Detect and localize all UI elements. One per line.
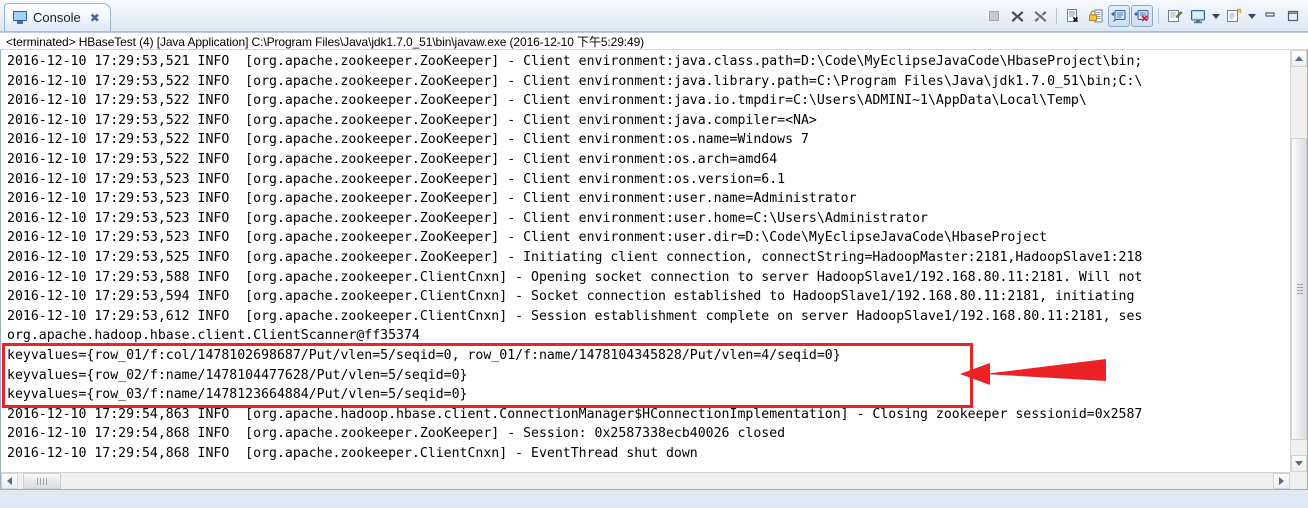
horizontal-scrollbar-thumb[interactable] xyxy=(23,473,61,489)
clear-console-icon xyxy=(1067,9,1079,23)
console-log-line: 2016-12-10 17:29:54,868 INFO [org.apache… xyxy=(7,426,786,442)
launch-configuration-line: <terminated> HBaseTest (4) [Java Applica… xyxy=(0,32,1308,50)
horizontal-scrollbar[interactable] xyxy=(1,472,1290,489)
triangle-up-icon xyxy=(1295,56,1303,61)
scrollbar-grip-icon xyxy=(1297,284,1303,294)
console-toolbar xyxy=(983,4,1304,28)
console-text-area[interactable]: 2016-12-10 17:29:53,521 INFO [org.apache… xyxy=(1,50,1290,472)
console-log-line: 2016-12-10 17:29:53,612 INFO [org.apache… xyxy=(7,308,1143,324)
chevron-down-icon xyxy=(1212,13,1220,19)
remove-x-icon xyxy=(1011,10,1023,22)
console-log-line: 2016-12-10 17:29:53,522 INFO [org.apache… xyxy=(7,112,817,128)
triangle-left-icon xyxy=(7,477,12,485)
launch-configuration-text: <terminated> HBaseTest (4) [Java Applica… xyxy=(6,34,645,49)
console-monitor-icon xyxy=(13,11,27,24)
separator-2 xyxy=(1158,8,1159,24)
chevron-down-icon xyxy=(1248,13,1256,19)
console-view: Console ✖ <terminated> HBaseTest (4) [Ja… xyxy=(0,0,1308,508)
console-log-line: 2016-12-10 17:29:53,523 INFO [org.apache… xyxy=(7,210,928,226)
display-selected-console-button[interactable] xyxy=(1187,5,1209,27)
triangle-right-icon xyxy=(1279,477,1284,485)
console-tab-bar: Console ✖ xyxy=(0,0,1308,32)
console-log-line: 2016-12-10 17:29:53,523 INFO [org.apache… xyxy=(7,230,1048,246)
show-console-output-icon xyxy=(1111,10,1126,22)
scroll-left-button[interactable] xyxy=(1,473,18,489)
maximize-button[interactable] xyxy=(1282,5,1304,27)
scroll-lock-button[interactable] xyxy=(1085,5,1107,27)
remove-launch-button[interactable] xyxy=(1006,5,1028,27)
open-console-button[interactable] xyxy=(1223,5,1245,27)
console-log-line: 2016-12-10 17:29:53,525 INFO [org.apache… xyxy=(7,249,1143,265)
display-console-icon xyxy=(1191,9,1205,23)
console-log-line: keyvalues={row_02/f:name/1478104477628/P… xyxy=(7,367,468,383)
console-log-line: keyvalues={row_03/f:name/1478123664884/P… xyxy=(7,387,468,403)
scroll-down-button[interactable] xyxy=(1291,455,1307,472)
pin-console-icon xyxy=(1168,10,1183,22)
stop-square-icon xyxy=(989,11,999,21)
new-console-icon xyxy=(1227,8,1242,22)
vertical-scrollbar[interactable] xyxy=(1290,50,1307,472)
console-log-line: 2016-12-10 17:29:53,522 INFO [org.apache… xyxy=(7,93,1087,109)
tab-console-label: Console xyxy=(33,10,81,25)
console-output-panel: 2016-12-10 17:29:53,521 INFO [org.apache… xyxy=(0,50,1308,490)
console-log-line: 2016-12-10 17:29:54,863 INFO [org.apache… xyxy=(7,406,1143,422)
console-log-line: keyvalues={row_01/f:col/1478102698687/Pu… xyxy=(7,347,841,363)
scrollbar-grip-icon xyxy=(37,478,47,485)
maximize-icon xyxy=(1287,10,1299,22)
minimize-icon xyxy=(1265,12,1275,17)
remove-all-launches-button[interactable] xyxy=(1029,5,1051,27)
clear-console-button[interactable] xyxy=(1062,5,1084,27)
console-log-line: 2016-12-10 17:29:53,521 INFO [org.apache… xyxy=(7,54,1143,69)
console-log-line: 2016-12-10 17:29:53,594 INFO [org.apache… xyxy=(7,289,1135,305)
tab-console[interactable]: Console ✖ xyxy=(4,3,111,31)
scroll-lock-padlock-icon xyxy=(1089,9,1103,23)
console-log-line: 2016-12-10 17:29:53,523 INFO [org.apache… xyxy=(7,171,786,187)
scrollbar-corner xyxy=(1290,472,1307,489)
console-log-line: org.apache.hadoop.hbase.client.ClientSca… xyxy=(7,328,420,344)
vertical-scrollbar-thumb[interactable] xyxy=(1291,138,1307,440)
close-icon[interactable]: ✖ xyxy=(90,12,100,24)
console-log-line: 2016-12-10 17:29:54,868 INFO [org.apache… xyxy=(7,445,698,461)
console-log-line: 2016-12-10 17:29:53,523 INFO [org.apache… xyxy=(7,191,857,207)
console-log-line: 2016-12-10 17:29:53,522 INFO [org.apache… xyxy=(7,73,1143,89)
minimize-button[interactable] xyxy=(1259,5,1281,27)
separator-1 xyxy=(1056,8,1057,24)
show-console-on-error-button[interactable] xyxy=(1131,5,1153,27)
open-console-menu-arrow[interactable] xyxy=(1246,5,1258,27)
console-log-line: 2016-12-10 17:29:53,588 INFO [org.apache… xyxy=(7,269,1143,285)
console-log-lines: 2016-12-10 17:29:53,521 INFO [org.apache… xyxy=(7,52,1142,463)
console-log-line: 2016-12-10 17:29:53,522 INFO [org.apache… xyxy=(7,132,809,148)
console-log-line: 2016-12-10 17:29:53,522 INFO [org.apache… xyxy=(7,151,778,167)
show-console-error-icon xyxy=(1134,10,1149,22)
display-console-menu-arrow[interactable] xyxy=(1210,5,1222,27)
scroll-right-button[interactable] xyxy=(1273,473,1290,489)
pin-console-button[interactable] xyxy=(1164,5,1186,27)
show-console-on-output-button[interactable] xyxy=(1108,5,1130,27)
remove-all-xx-icon xyxy=(1034,10,1046,22)
terminate-button[interactable] xyxy=(983,5,1005,27)
triangle-down-icon xyxy=(1295,461,1303,466)
scroll-up-button[interactable] xyxy=(1291,50,1307,67)
